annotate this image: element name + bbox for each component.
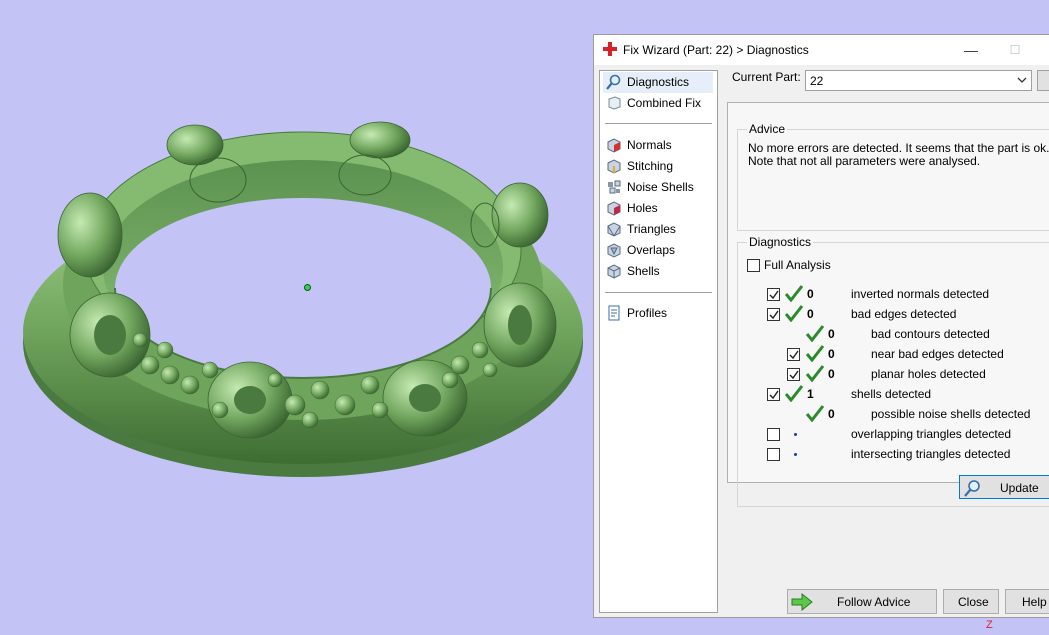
overlapping-triangles-checkbox[interactable] bbox=[767, 428, 780, 441]
nav-item-triangles[interactable]: Triangles bbox=[603, 219, 713, 240]
advice-text: No more errors are detected. It seems th… bbox=[748, 142, 1049, 168]
shells-label: shells detected bbox=[851, 387, 932, 401]
inverted-normals-checkbox[interactable] bbox=[767, 288, 780, 301]
bad-contours-count: 0 bbox=[828, 327, 835, 341]
nav-label: Noise Shells bbox=[627, 180, 694, 194]
overlapping-triangles-label: overlapping triangles detected bbox=[851, 427, 1012, 441]
diagnostics-group: Diagnostics Full Analysis 0 inverted nor… bbox=[737, 235, 1049, 507]
near-bad-edges-count: 0 bbox=[828, 347, 835, 361]
shells-count: 1 bbox=[807, 387, 814, 401]
nav-label: Profiles bbox=[627, 306, 668, 320]
bad-contours-label: bad contours detected bbox=[871, 327, 990, 341]
nav-item-diagnostics[interactable]: Diagnostics bbox=[603, 72, 713, 93]
planar-holes-count: 0 bbox=[828, 367, 835, 381]
near-bad-edges-label: near bad edges detected bbox=[871, 347, 1004, 361]
chevron-down-icon bbox=[1017, 77, 1027, 83]
holes-icon bbox=[607, 201, 621, 216]
inverted-normals-label: inverted normals detected bbox=[851, 287, 990, 301]
title-bar[interactable]: Fix Wizard (Part: 22) > Diagnostics — ☐ bbox=[594, 35, 1049, 65]
follow-advice-label: Follow Advice bbox=[837, 595, 911, 609]
overlaps-icon bbox=[607, 243, 621, 258]
combined-fix-icon bbox=[608, 96, 621, 110]
nav-label: Overlaps bbox=[627, 243, 676, 257]
nav-label: Normals bbox=[627, 138, 672, 152]
fix-wizard-window: Fix Wizard (Part: 22) > Diagnostics — ☐ … bbox=[593, 34, 1049, 618]
axis-z-label: Z bbox=[986, 619, 993, 631]
profiles-icon bbox=[608, 305, 620, 321]
red-cross-icon bbox=[603, 42, 617, 56]
nav-item-stitching[interactable]: Stitching bbox=[603, 156, 713, 177]
noise-shells-count: 0 bbox=[828, 407, 835, 421]
diagnostics-title: Diagnostics bbox=[747, 235, 814, 249]
current-part-select[interactable]: 22 bbox=[805, 70, 1032, 91]
planar-holes-checkbox[interactable] bbox=[787, 368, 800, 381]
full-analysis-label: Full Analysis bbox=[764, 258, 831, 272]
current-part-value: 22 bbox=[810, 74, 824, 88]
nav-item-combined-fix[interactable]: Combined Fix bbox=[603, 93, 713, 114]
nav-label: Diagnostics bbox=[627, 75, 690, 89]
maximize-button[interactable]: ☐ bbox=[1000, 39, 1030, 61]
nav-item-profiles[interactable]: Profiles bbox=[603, 303, 713, 324]
window-title: Fix Wizard (Part: 22) > Diagnostics bbox=[623, 43, 809, 57]
minimize-button[interactable]: — bbox=[956, 39, 986, 61]
magnifier-icon bbox=[606, 74, 621, 90]
diagnostics-panel: Advice No more errors are detected. It s… bbox=[727, 102, 1049, 507]
nav-label: Stitching bbox=[627, 159, 674, 173]
noise-shells-label: possible noise shells detected bbox=[871, 407, 1031, 421]
planar-holes-label: planar holes detected bbox=[871, 367, 986, 381]
update-button[interactable]: Update bbox=[959, 475, 1049, 499]
bad-edges-label: bad edges detected bbox=[851, 307, 957, 321]
intersecting-triangles-label: intersecting triangles detected bbox=[851, 447, 1011, 461]
check-mark-icon bbox=[806, 325, 824, 342]
follow-advice-button[interactable]: Follow Advice bbox=[787, 589, 937, 614]
advice-group: Advice No more errors are detected. It s… bbox=[737, 122, 1049, 231]
inverted-normals-count: 0 bbox=[807, 287, 814, 301]
help-label: Help bbox=[1022, 595, 1047, 609]
pending-dot-icon bbox=[794, 433, 797, 436]
check-mark-icon bbox=[785, 305, 803, 322]
nav-item-overlaps[interactable]: Overlaps bbox=[603, 240, 713, 261]
help-button[interactable]: Help bbox=[1005, 589, 1049, 614]
intersecting-triangles-checkbox[interactable] bbox=[767, 448, 780, 461]
rotation-center-marker bbox=[304, 284, 311, 291]
nav-label: Shells bbox=[627, 264, 660, 278]
shells-checkbox[interactable] bbox=[767, 388, 780, 401]
close-button[interactable]: Close bbox=[943, 589, 999, 614]
nav-label: Triangles bbox=[627, 222, 676, 236]
ring-model bbox=[23, 121, 583, 477]
bad-edges-count: 0 bbox=[807, 307, 814, 321]
nav-item-shells[interactable]: Shells bbox=[603, 261, 713, 282]
full-analysis-checkbox[interactable] bbox=[747, 259, 760, 272]
normals-icon bbox=[607, 138, 621, 153]
advice-line: Note that not all parameters were analys… bbox=[748, 154, 981, 168]
bad-edges-checkbox[interactable] bbox=[767, 308, 780, 321]
nav-item-noise-shells[interactable]: Noise Shells bbox=[603, 177, 713, 198]
near-bad-edges-checkbox[interactable] bbox=[787, 348, 800, 361]
arrow-right-icon bbox=[791, 593, 813, 611]
shells-icon bbox=[607, 264, 621, 279]
nav-item-holes[interactable]: Holes bbox=[603, 198, 713, 219]
pending-dot-icon bbox=[794, 453, 797, 456]
update-label: Update bbox=[1000, 481, 1039, 495]
current-part-label: Current Part: bbox=[732, 70, 801, 84]
stitching-icon bbox=[607, 159, 621, 174]
check-mark-icon bbox=[785, 385, 803, 402]
triangles-icon bbox=[607, 222, 621, 237]
check-mark-icon bbox=[806, 405, 824, 422]
part-extra-button[interactable] bbox=[1037, 70, 1049, 91]
check-mark-icon bbox=[806, 365, 824, 382]
nav-label: Holes bbox=[627, 201, 658, 215]
close-label: Close bbox=[958, 595, 989, 609]
magnifier-icon bbox=[964, 480, 980, 497]
check-mark-icon bbox=[785, 285, 803, 302]
check-mark-icon bbox=[806, 345, 824, 362]
nav-divider bbox=[605, 292, 712, 293]
nav-divider bbox=[605, 123, 712, 124]
nav-label: Combined Fix bbox=[627, 96, 702, 110]
nav-item-normals[interactable]: Normals bbox=[603, 135, 713, 156]
advice-title: Advice bbox=[747, 122, 788, 136]
noise-shells-icon bbox=[608, 180, 621, 194]
wizard-nav: Diagnostics Combined Fix Normals Stitchi… bbox=[599, 70, 718, 613]
